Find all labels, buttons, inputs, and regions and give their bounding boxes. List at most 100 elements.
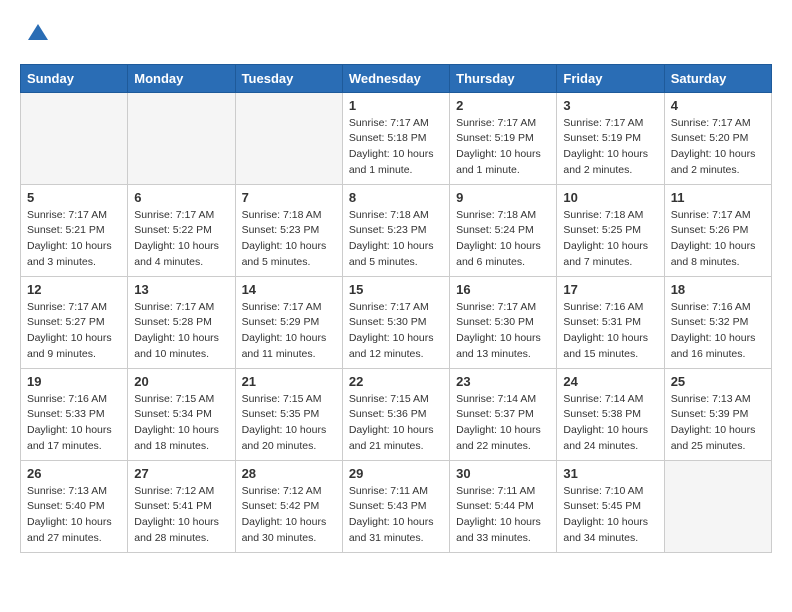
calendar-cell: 22 Sunrise: 7:15 AM Sunset: 5:36 PM Dayli… bbox=[342, 368, 449, 460]
calendar-week-row: 12 Sunrise: 7:17 AM Sunset: 5:27 PM Dayli… bbox=[21, 276, 772, 368]
day-number: 22 bbox=[349, 374, 443, 389]
calendar-cell: 10 Sunrise: 7:18 AM Sunset: 5:25 PM Dayli… bbox=[557, 184, 664, 276]
day-info: Sunrise: 7:17 AM Sunset: 5:30 PM Dayligh… bbox=[349, 300, 443, 363]
calendar-cell: 19 Sunrise: 7:16 AM Sunset: 5:33 PM Dayli… bbox=[21, 368, 128, 460]
calendar-cell: 16Sunrise: 7:17 AM Sunset: 5:30 PM Dayli… bbox=[450, 276, 557, 368]
day-info: Sunrise: 7:17 AM Sunset: 5:22 PM Dayligh… bbox=[134, 208, 228, 271]
calendar-cell: 18Sunrise: 7:16 AM Sunset: 5:32 PM Dayli… bbox=[664, 276, 771, 368]
day-number: 16 bbox=[456, 282, 550, 297]
calendar-cell bbox=[664, 460, 771, 552]
calendar-cell bbox=[21, 92, 128, 184]
calendar-cell: 13 Sunrise: 7:17 AM Sunset: 5:28 PM Dayli… bbox=[128, 276, 235, 368]
day-number: 10 bbox=[563, 190, 657, 205]
day-info: Sunrise: 7:17 AM Sunset: 5:18 PM Dayligh… bbox=[349, 116, 443, 179]
day-number: 26 bbox=[27, 466, 121, 481]
day-info: Sunrise: 7:16 AM Sunset: 5:33 PM Dayligh… bbox=[27, 392, 121, 455]
col-header-saturday: Saturday bbox=[664, 64, 771, 92]
day-number: 5 bbox=[27, 190, 121, 205]
calendar-cell: 6 Sunrise: 7:17 AM Sunset: 5:22 PM Daylig… bbox=[128, 184, 235, 276]
day-info: Sunrise: 7:18 AM Sunset: 5:25 PM Dayligh… bbox=[563, 208, 657, 271]
calendar-cell: 29 Sunrise: 7:11 AM Sunset: 5:43 PM Dayli… bbox=[342, 460, 449, 552]
day-number: 27 bbox=[134, 466, 228, 481]
day-number: 25 bbox=[671, 374, 765, 389]
day-number: 31 bbox=[563, 466, 657, 481]
calendar-cell: 5Sunrise: 7:17 AM Sunset: 5:21 PM Daylig… bbox=[21, 184, 128, 276]
day-number: 11 bbox=[671, 190, 765, 205]
day-info: Sunrise: 7:12 AM Sunset: 5:41 PM Dayligh… bbox=[134, 484, 228, 547]
col-header-friday: Friday bbox=[557, 64, 664, 92]
day-info: Sunrise: 7:17 AM Sunset: 5:20 PM Dayligh… bbox=[671, 116, 765, 179]
day-info: Sunrise: 7:18 AM Sunset: 5:23 PM Dayligh… bbox=[242, 208, 336, 271]
col-header-thursday: Thursday bbox=[450, 64, 557, 92]
col-header-tuesday: Tuesday bbox=[235, 64, 342, 92]
calendar-week-row: 1 Sunrise: 7:17 AM Sunset: 5:18 PM Daylig… bbox=[21, 92, 772, 184]
logo bbox=[20, 20, 52, 54]
day-number: 19 bbox=[27, 374, 121, 389]
day-number: 23 bbox=[456, 374, 550, 389]
day-info: Sunrise: 7:15 AM Sunset: 5:34 PM Dayligh… bbox=[134, 392, 228, 455]
calendar-cell: 14 Sunrise: 7:17 AM Sunset: 5:29 PM Dayli… bbox=[235, 276, 342, 368]
calendar-cell: 28Sunrise: 7:12 AM Sunset: 5:42 PM Dayli… bbox=[235, 460, 342, 552]
day-number: 29 bbox=[349, 466, 443, 481]
col-header-wednesday: Wednesday bbox=[342, 64, 449, 92]
calendar-cell: 27 Sunrise: 7:12 AM Sunset: 5:41 PM Dayli… bbox=[128, 460, 235, 552]
calendar-cell: 17Sunrise: 7:16 AM Sunset: 5:31 PM Dayli… bbox=[557, 276, 664, 368]
calendar-cell: 26 Sunrise: 7:13 AM Sunset: 5:40 PM Dayli… bbox=[21, 460, 128, 552]
day-info: Sunrise: 7:11 AM Sunset: 5:43 PM Dayligh… bbox=[349, 484, 443, 547]
day-info: Sunrise: 7:18 AM Sunset: 5:23 PM Dayligh… bbox=[349, 208, 443, 271]
day-number: 1 bbox=[349, 98, 443, 113]
calendar-cell: 11 Sunrise: 7:17 AM Sunset: 5:26 PM Dayli… bbox=[664, 184, 771, 276]
calendar-cell: 30 Sunrise: 7:11 AM Sunset: 5:44 PM Dayli… bbox=[450, 460, 557, 552]
calendar-cell bbox=[235, 92, 342, 184]
calendar-cell: 9Sunrise: 7:18 AM Sunset: 5:24 PM Daylig… bbox=[450, 184, 557, 276]
calendar-header-row: SundayMondayTuesdayWednesdayThursdayFrid… bbox=[21, 64, 772, 92]
day-number: 24 bbox=[563, 374, 657, 389]
day-info: Sunrise: 7:17 AM Sunset: 5:28 PM Dayligh… bbox=[134, 300, 228, 363]
calendar-cell: 4 Sunrise: 7:17 AM Sunset: 5:20 PM Daylig… bbox=[664, 92, 771, 184]
day-number: 12 bbox=[27, 282, 121, 297]
col-header-monday: Monday bbox=[128, 64, 235, 92]
day-info: Sunrise: 7:10 AM Sunset: 5:45 PM Dayligh… bbox=[563, 484, 657, 547]
day-info: Sunrise: 7:14 AM Sunset: 5:38 PM Dayligh… bbox=[563, 392, 657, 455]
calendar-cell: 8 Sunrise: 7:18 AM Sunset: 5:23 PM Daylig… bbox=[342, 184, 449, 276]
calendar-week-row: 19 Sunrise: 7:16 AM Sunset: 5:33 PM Dayli… bbox=[21, 368, 772, 460]
calendar-cell: 20 Sunrise: 7:15 AM Sunset: 5:34 PM Dayli… bbox=[128, 368, 235, 460]
day-number: 21 bbox=[242, 374, 336, 389]
day-number: 14 bbox=[242, 282, 336, 297]
day-info: Sunrise: 7:14 AM Sunset: 5:37 PM Dayligh… bbox=[456, 392, 550, 455]
day-info: Sunrise: 7:13 AM Sunset: 5:39 PM Dayligh… bbox=[671, 392, 765, 455]
calendar-cell: 25 Sunrise: 7:13 AM Sunset: 5:39 PM Dayli… bbox=[664, 368, 771, 460]
day-info: Sunrise: 7:17 AM Sunset: 5:29 PM Dayligh… bbox=[242, 300, 336, 363]
day-number: 17 bbox=[563, 282, 657, 297]
calendar-cell: 31 Sunrise: 7:10 AM Sunset: 5:45 PM Dayli… bbox=[557, 460, 664, 552]
day-number: 6 bbox=[134, 190, 228, 205]
day-info: Sunrise: 7:17 AM Sunset: 5:26 PM Dayligh… bbox=[671, 208, 765, 271]
calendar-week-row: 26 Sunrise: 7:13 AM Sunset: 5:40 PM Dayli… bbox=[21, 460, 772, 552]
calendar-cell: 21 Sunrise: 7:15 AM Sunset: 5:35 PM Dayli… bbox=[235, 368, 342, 460]
day-number: 20 bbox=[134, 374, 228, 389]
day-number: 15 bbox=[349, 282, 443, 297]
day-info: Sunrise: 7:15 AM Sunset: 5:35 PM Dayligh… bbox=[242, 392, 336, 455]
day-number: 8 bbox=[349, 190, 443, 205]
day-info: Sunrise: 7:13 AM Sunset: 5:40 PM Dayligh… bbox=[27, 484, 121, 547]
day-number: 30 bbox=[456, 466, 550, 481]
day-info: Sunrise: 7:11 AM Sunset: 5:44 PM Dayligh… bbox=[456, 484, 550, 547]
day-number: 28 bbox=[242, 466, 336, 481]
calendar-cell bbox=[128, 92, 235, 184]
calendar-cell: 1 Sunrise: 7:17 AM Sunset: 5:18 PM Daylig… bbox=[342, 92, 449, 184]
day-info: Sunrise: 7:15 AM Sunset: 5:36 PM Dayligh… bbox=[349, 392, 443, 455]
day-number: 4 bbox=[671, 98, 765, 113]
day-info: Sunrise: 7:16 AM Sunset: 5:32 PM Dayligh… bbox=[671, 300, 765, 363]
col-header-sunday: Sunday bbox=[21, 64, 128, 92]
calendar-cell: 24 Sunrise: 7:14 AM Sunset: 5:38 PM Dayli… bbox=[557, 368, 664, 460]
page-header bbox=[20, 20, 772, 54]
calendar-cell: 12 Sunrise: 7:17 AM Sunset: 5:27 PM Dayli… bbox=[21, 276, 128, 368]
day-info: Sunrise: 7:17 AM Sunset: 5:19 PM Dayligh… bbox=[456, 116, 550, 179]
calendar-cell: 3Sunrise: 7:17 AM Sunset: 5:19 PM Daylig… bbox=[557, 92, 664, 184]
day-number: 9 bbox=[456, 190, 550, 205]
day-number: 13 bbox=[134, 282, 228, 297]
calendar-cell: 23 Sunrise: 7:14 AM Sunset: 5:37 PM Dayli… bbox=[450, 368, 557, 460]
calendar-cell: 7Sunrise: 7:18 AM Sunset: 5:23 PM Daylig… bbox=[235, 184, 342, 276]
calendar-table: SundayMondayTuesdayWednesdayThursdayFrid… bbox=[20, 64, 772, 553]
day-info: Sunrise: 7:17 AM Sunset: 5:27 PM Dayligh… bbox=[27, 300, 121, 363]
